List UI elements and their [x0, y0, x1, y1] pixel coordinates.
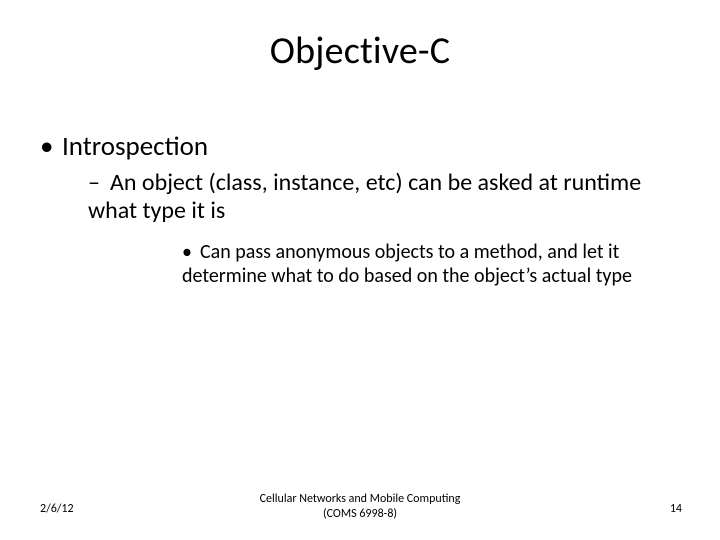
bullet-dot-icon: •: [182, 240, 200, 264]
slide: Objective-C •Introspection –An object (c…: [0, 0, 720, 540]
bullet-lvl3-text: Can pass anonymous objects to a method, …: [182, 240, 632, 288]
bullet-dot-icon: •: [40, 130, 62, 163]
bullet-level-3: •Can pass anonymous objects to a method,…: [182, 240, 680, 288]
footer-center-line2: (COMS 6998-8): [0, 507, 720, 522]
footer-page-number: 14: [670, 502, 682, 516]
bullet-lvl2-text: An object (class, instance, etc) can be …: [88, 168, 641, 225]
bullet-lvl1-text: Introspection: [62, 130, 208, 163]
footer-center: Cellular Networks and Mobile Computing (…: [0, 492, 720, 522]
slide-body: •Introspection –An object (class, instan…: [40, 130, 680, 298]
footer-center-line1: Cellular Networks and Mobile Computing: [0, 492, 720, 507]
bullet-level-1: •Introspection –An object (class, instan…: [40, 130, 680, 288]
bullet-dash-icon: –: [88, 169, 110, 197]
slide-title: Objective-C: [0, 28, 720, 74]
bullet-level-2: –An object (class, instance, etc) can be…: [88, 169, 680, 288]
